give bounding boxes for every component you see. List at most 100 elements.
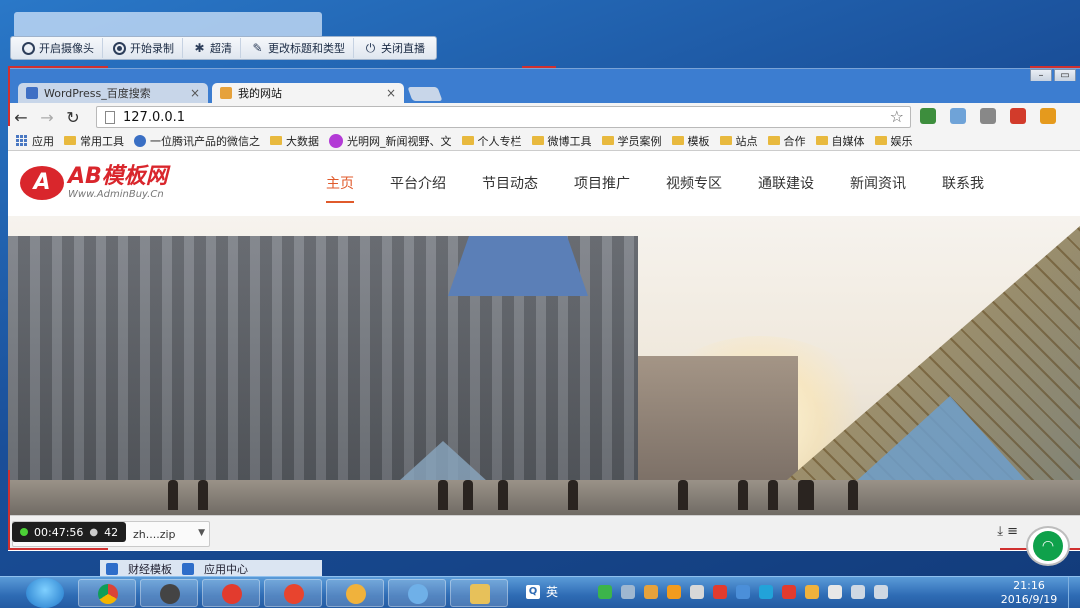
folder-icon bbox=[270, 136, 282, 145]
site-navigation: 主页 平台介绍 节目动态 项目推广 视频专区 通联建设 新闻资讯 联系我 bbox=[326, 173, 1020, 203]
browser-window: – ▭ WordPress_百度搜索 × 我的网站 × ← → ↻ 127.0.… bbox=[8, 68, 1080, 551]
wifi-icon: ◠ bbox=[1033, 531, 1063, 561]
nav-contact[interactable]: 联系我 bbox=[942, 173, 984, 203]
url-text[interactable]: 127.0.0.1 bbox=[123, 110, 185, 125]
tab-wordpress-search[interactable]: WordPress_百度搜索 × bbox=[18, 83, 208, 103]
gear-extension-icon[interactable] bbox=[1040, 108, 1056, 124]
open-camera-button[interactable]: 开启摄像头 bbox=[14, 38, 103, 58]
system-clock[interactable]: 21:16 2016/9/19 bbox=[996, 579, 1062, 607]
taskbar: Q 英 21:16 2016/9/19 bbox=[0, 576, 1080, 608]
nav-video-zone[interactable]: 视频专区 bbox=[666, 173, 722, 203]
capture-corner-mark bbox=[8, 548, 108, 550]
new-tab-button[interactable] bbox=[407, 87, 443, 101]
eye-extension-icon[interactable] bbox=[980, 108, 996, 124]
network-icon[interactable] bbox=[621, 585, 635, 599]
live-status-icon bbox=[20, 528, 28, 536]
bookmark-folder[interactable]: 自媒体 bbox=[815, 133, 865, 149]
flag-icon[interactable] bbox=[828, 585, 842, 599]
bookmark-folder[interactable]: 合作 bbox=[767, 133, 806, 149]
quality-button[interactable]: ✱ 超清 bbox=[185, 38, 241, 58]
close-live-button[interactable]: ⏻ 关闭直播 bbox=[356, 38, 433, 58]
download-filename: zh....zip bbox=[133, 527, 176, 541]
s-extension-icon[interactable] bbox=[1010, 108, 1026, 124]
nav-project-promo[interactable]: 项目推广 bbox=[574, 173, 630, 203]
bookmark-folder[interactable]: 个人专栏 bbox=[461, 133, 522, 149]
bookmark-folder[interactable]: 微博工具 bbox=[531, 133, 592, 149]
back-arrow-icon[interactable]: ← bbox=[8, 108, 34, 127]
nav-liaison[interactable]: 通联建设 bbox=[758, 173, 814, 203]
site-logo[interactable]: A AB模板网 Www.AdminBuy.Cn bbox=[20, 165, 168, 200]
tab-my-site[interactable]: 我的网站 × bbox=[212, 83, 404, 103]
downloads-bar: zh....zip ▼ ⤓ ≡ bbox=[8, 515, 1080, 550]
start-recording-button[interactable]: 开始录制 bbox=[105, 38, 183, 58]
folder-icon bbox=[767, 136, 780, 145]
taskbar-app[interactable] bbox=[326, 579, 384, 607]
bookmark-folder[interactable]: 大数据 bbox=[270, 133, 319, 149]
navigation-bar: ← → ↻ 127.0.0.1 ☆ bbox=[8, 103, 1080, 131]
forward-arrow-icon[interactable]: → bbox=[34, 108, 60, 127]
bookmark-star-icon[interactable]: ☆ bbox=[890, 107, 904, 126]
taskbar-explorer[interactable] bbox=[450, 579, 508, 607]
chevron-down-icon[interactable]: ▼ bbox=[198, 528, 205, 538]
monitor-tray-icon[interactable] bbox=[874, 585, 888, 599]
grid-icon bbox=[182, 563, 194, 575]
link-extension-icon[interactable] bbox=[950, 108, 966, 124]
quality-icon: ✱ bbox=[194, 41, 205, 55]
bookmarks-bar: 应用 常用工具 一位腾讯产品的微信之 大数据 光明网_新闻视野、文 个人专栏 微… bbox=[8, 131, 1080, 151]
logo-mark-icon: A bbox=[20, 165, 64, 200]
bookmark-folder[interactable]: 娱乐 bbox=[874, 133, 913, 149]
tray-app-icon[interactable] bbox=[713, 585, 727, 599]
bookmark-apps[interactable]: 应用 bbox=[16, 133, 54, 149]
bookmark-folder[interactable]: 模板 bbox=[671, 133, 710, 149]
live-recorder-toolbar: 开启摄像头 开始录制 ✱ 超清 ✎ 更改标题和类型 ⏻ 关闭直播 bbox=[10, 36, 437, 60]
start-button[interactable] bbox=[26, 578, 64, 608]
qq-pinyin-icon: Q bbox=[526, 584, 540, 599]
wifi-tray-icon[interactable] bbox=[598, 585, 612, 599]
taskbar-app[interactable] bbox=[388, 579, 446, 607]
bookmark-folder[interactable]: 学员案例 bbox=[601, 133, 662, 149]
bookmark-folder[interactable]: 常用工具 bbox=[64, 133, 124, 149]
input-method[interactable]: Q 英 bbox=[526, 583, 558, 600]
tray-app-icon[interactable] bbox=[805, 585, 819, 599]
site-favicon-icon bbox=[220, 87, 232, 99]
chart-extension-icon[interactable] bbox=[920, 108, 936, 124]
nav-program-news[interactable]: 节目动态 bbox=[482, 173, 538, 203]
tray-app-icon[interactable] bbox=[667, 585, 681, 599]
logo-title: AB模板网 bbox=[68, 164, 168, 189]
close-tab-icon[interactable]: × bbox=[190, 86, 200, 100]
tray-app-icon[interactable] bbox=[736, 585, 750, 599]
app-center-link[interactable]: 应用中心 bbox=[204, 561, 248, 577]
speaker-icon[interactable] bbox=[851, 585, 865, 599]
x-app-icon bbox=[284, 584, 304, 604]
tray-app-icon[interactable] bbox=[782, 585, 796, 599]
capture-corner-mark bbox=[522, 66, 556, 68]
taskbar-app[interactable] bbox=[264, 579, 322, 607]
bookmark-link[interactable]: 光明网_新闻视野、文 bbox=[329, 133, 452, 149]
globe-icon bbox=[134, 134, 146, 147]
folder-icon bbox=[815, 136, 828, 145]
taskbar-app[interactable] bbox=[140, 579, 198, 607]
bookmark-folder[interactable]: 站点 bbox=[719, 133, 758, 149]
close-tab-icon[interactable]: × bbox=[386, 86, 396, 100]
finance-template-link[interactable]: 财经模板 bbox=[128, 561, 172, 577]
tray-app-icon[interactable] bbox=[690, 585, 704, 599]
palace-building bbox=[8, 236, 638, 486]
address-bar[interactable]: 127.0.0.1 ☆ bbox=[96, 106, 911, 128]
system-tray bbox=[598, 585, 888, 599]
tray-app-icon[interactable] bbox=[644, 585, 658, 599]
nav-home[interactable]: 主页 bbox=[326, 173, 354, 203]
record-icon bbox=[113, 41, 126, 55]
nav-news[interactable]: 新闻资讯 bbox=[850, 173, 906, 203]
bookmark-link[interactable]: 一位腾讯产品的微信之 bbox=[134, 133, 260, 149]
capture-corner-mark bbox=[8, 66, 108, 68]
taskbar-chrome[interactable] bbox=[78, 579, 136, 607]
nav-platform-intro[interactable]: 平台介绍 bbox=[390, 173, 446, 203]
reload-icon[interactable]: ↻ bbox=[60, 108, 86, 127]
viewer-icon: ● bbox=[89, 526, 99, 538]
wifi-widget[interactable]: ◠ bbox=[1026, 526, 1070, 566]
download-arrow-icon[interactable]: ⤓ ≡ bbox=[997, 524, 1018, 539]
change-title-button[interactable]: ✎ 更改标题和类型 bbox=[243, 38, 354, 58]
show-desktop-button[interactable] bbox=[1068, 577, 1080, 608]
taskbar-app[interactable] bbox=[202, 579, 260, 607]
tray-app-icon[interactable] bbox=[759, 585, 773, 599]
